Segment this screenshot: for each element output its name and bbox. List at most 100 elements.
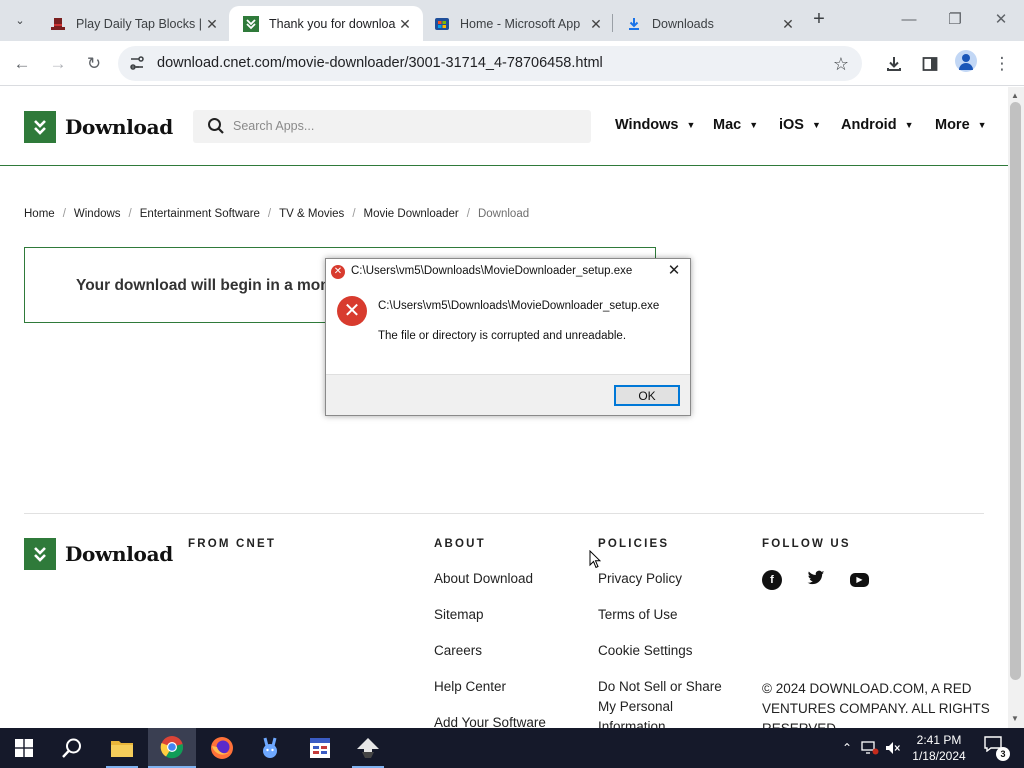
minimize-icon[interactable]: — [886,6,932,34]
nav-windows[interactable]: Windows ▼ [615,117,695,133]
nav-label: Windows [615,117,679,133]
breadcrumb-tv-movies[interactable]: TV & Movies [279,208,344,220]
side-panel-icon[interactable] [916,50,944,78]
start-windows-icon[interactable] [0,728,48,768]
search-bar[interactable] [193,110,591,143]
bookmark-star-icon[interactable]: ☆ [828,51,854,77]
download-logo[interactable]: Download [24,111,173,143]
dialog-close-icon[interactable]: ✕ [665,262,683,280]
tray-overflow-chevron-icon[interactable]: ⌃ [838,728,856,768]
nav-ios[interactable]: iOS ▼ [779,117,821,133]
tab-downloads[interactable]: Downloads ✕ [612,6,806,41]
spreadsheet-app-icon[interactable] [296,728,344,768]
caret-down-icon: ▼ [686,120,696,130]
download-message: Your download will begin in a moment [76,277,358,294]
download-arrow-icon [626,16,642,32]
footer-link-careers[interactable]: Careers [434,641,482,661]
cnet-download-icon [243,15,259,32]
address-bar[interactable]: download.cnet.com/movie-downloader/3001-… [118,46,862,81]
tab-close-icon[interactable]: ✕ [397,16,413,32]
caret-down-icon: ▼ [749,120,759,130]
dialog-title: C:\Users\vm5\Downloads\MovieDownloader_s… [351,265,633,277]
footer-link-privacy[interactable]: Privacy Policy [598,569,682,589]
download-logo-chevron-icon [24,111,56,143]
tab-title: Home - Microsoft App [460,16,581,31]
tab-search-chevron-icon[interactable]: ⌄ [8,8,32,32]
nav-android[interactable]: Android ▼ [841,117,914,133]
footer-link-cookies[interactable]: Cookie Settings [598,641,693,661]
scroll-up-arrow-icon[interactable]: ▲ [1011,91,1019,100]
footer-link-add-software[interactable]: Add Your Software [434,713,546,728]
file-explorer-icon[interactable] [98,728,146,768]
back-arrow-icon[interactable]: ← [8,50,36,78]
taskbar-search-icon[interactable] [48,728,96,768]
action-center-icon[interactable]: 3 [982,736,1010,761]
rabbit-app-icon[interactable] [246,728,294,768]
dialog-titlebar[interactable]: ✕ C:\Users\vm5\Downloads\MovieDownloader… [326,259,690,285]
header-divider [0,165,1008,166]
breadcrumb-movie-downloader[interactable]: Movie Downloader [364,208,459,220]
tab-title: Play Daily Tap Blocks | [76,16,202,31]
breadcrumb-entertainment[interactable]: Entertainment Software [140,208,260,220]
clock-date: 1/18/2024 [912,749,966,763]
site-info-icon[interactable] [128,55,146,73]
browser-tabstrip: ⌄ Play Daily Tap Blocks | ✕ Thank you fo… [0,0,1024,41]
new-tab-button[interactable]: + [808,9,830,31]
ok-button[interactable]: OK [614,385,680,406]
nav-label: Mac [713,117,742,133]
tab-thank-you-download[interactable]: Thank you for downloa ✕ [229,6,423,41]
scroll-down-arrow-icon[interactable]: ▼ [1011,714,1019,723]
download-logo-text: Download [65,542,173,566]
tab-close-icon[interactable]: ✕ [588,16,604,32]
footer-link-help-center[interactable]: Help Center [434,677,506,697]
restore-icon[interactable]: ❐ [932,6,978,34]
browser-toolbar: ← → ↻ download.cnet.com/movie-downloader… [0,41,1024,86]
network-icon[interactable] [860,728,880,768]
caret-down-icon: ▼ [977,120,987,130]
background-window-ghost [392,728,812,768]
nav-more[interactable]: More ▼ [935,117,987,133]
dialog-footer: OK [326,374,690,415]
error-icon: ✕ [337,296,367,326]
forward-arrow-icon[interactable]: → [44,50,72,78]
nav-mac[interactable]: Mac ▼ [713,117,758,133]
tab-title: Thank you for downloa [269,16,396,31]
tab-play-daily-tap-blocks[interactable]: Play Daily Tap Blocks | ✕ [36,6,230,41]
footer-download-logo[interactable]: Download [24,538,173,570]
firefox-icon[interactable] [198,728,246,768]
breadcrumb: Home / Windows / Entertainment Software / T… [24,208,530,220]
youtube-icon[interactable]: ▶ [850,573,869,587]
chrome-icon[interactable] [148,728,196,768]
footer-policies-heading: POLICIES [598,538,670,550]
notification-count-badge: 3 [996,747,1010,761]
volume-muted-icon[interactable] [884,728,902,768]
url-text[interactable]: download.cnet.com/movie-downloader/3001-… [157,55,603,71]
downloads-icon[interactable] [880,50,908,78]
footer-link-terms[interactable]: Terms of Use [598,605,678,625]
nav-label: More [935,117,970,133]
tab-close-icon[interactable]: ✕ [780,16,796,32]
twitter-icon[interactable] [806,570,826,590]
download-logo-chevron-icon [24,538,56,570]
mouse-cursor-icon [589,550,601,569]
microsoft-store-icon [434,16,450,32]
menu-kebab-icon[interactable]: ⋮ [988,50,1016,78]
dialog-file-path: C:\Users\vm5\Downloads\MovieDownloader_s… [378,300,660,312]
breadcrumb-windows[interactable]: Windows [74,208,121,220]
close-window-icon[interactable]: ✕ [978,6,1024,34]
footer-link-about-download[interactable]: About Download [434,569,533,589]
footer-copyright: © 2024 DOWNLOAD.COM, A RED VENTURES COMP… [762,681,990,728]
profile-avatar-icon[interactable] [955,50,977,72]
reload-icon[interactable]: ↻ [80,50,108,78]
search-input[interactable] [233,116,573,136]
taskbar-clock[interactable]: 2:41 PM 1/18/2024 [902,732,976,764]
facebook-icon[interactable]: f [762,570,782,590]
tab-close-icon[interactable]: ✕ [204,16,220,32]
footer-link-sitemap[interactable]: Sitemap [434,605,484,625]
footer-follow-heading: FOLLOW US [762,538,851,550]
tab-microsoft-apps[interactable]: Home - Microsoft App ✕ [420,6,614,41]
breadcrumb-home[interactable]: Home [24,208,55,220]
scrollbar-thumb[interactable] [1010,102,1021,680]
inkscape-icon[interactable] [344,728,392,768]
footer-link-do-not-sell[interactable]: Do Not Sell or Share My Personal Informa… [598,677,738,728]
